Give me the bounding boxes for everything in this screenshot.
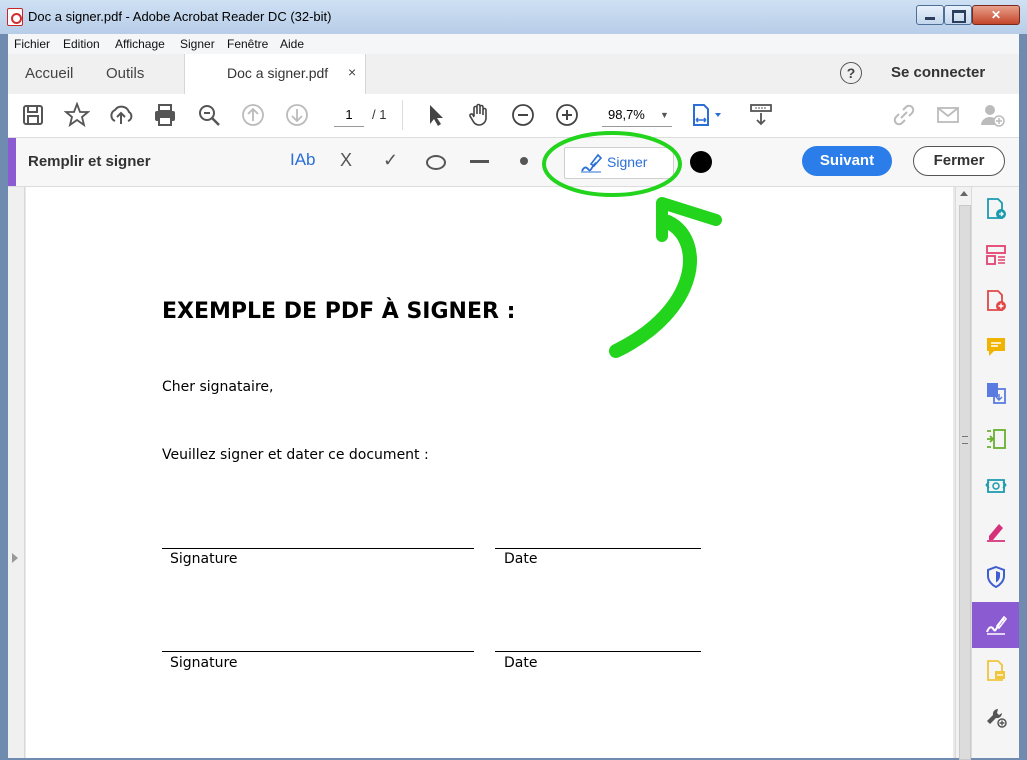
comment-icon[interactable] [984, 335, 1008, 359]
signature-pen-icon [581, 153, 603, 173]
select-cursor-icon[interactable] [422, 102, 448, 128]
zoom-level-select[interactable]: 98,7% ▼ [602, 104, 672, 127]
sign-in-link[interactable]: Se connecter [891, 64, 985, 81]
bookmark-star-icon[interactable] [64, 102, 90, 128]
date-line [495, 548, 701, 549]
close-fill-sign-button[interactable]: Fermer [913, 146, 1005, 176]
create-pdf-icon[interactable] [984, 289, 1008, 313]
signature-label: Signature [170, 655, 238, 671]
protect-shield-icon[interactable] [984, 565, 1008, 589]
hand-tool-icon[interactable] [466, 102, 492, 128]
page-fit-icon[interactable] [690, 102, 726, 128]
close-tab-icon[interactable]: × [348, 64, 356, 80]
chevron-down-icon: ▼ [660, 110, 669, 120]
line-tool-icon[interactable] [470, 160, 489, 163]
window-frame-right [1019, 34, 1027, 758]
window-title-bar: Doc a signer.pdf - Adobe Acrobat Reader … [0, 0, 1027, 34]
fill-sign-accent [8, 138, 16, 186]
grip-icon [962, 436, 968, 444]
color-picker-black[interactable] [690, 151, 712, 173]
save-icon[interactable] [20, 102, 46, 128]
fill-sign-active-icon[interactable] [984, 613, 1008, 637]
menu-aide[interactable]: Aide [280, 37, 304, 51]
signature-label: Signature [170, 551, 238, 567]
scrollbar-thumb[interactable] [959, 205, 971, 760]
menu-fichier[interactable]: Fichier [14, 37, 50, 51]
share-link-icon[interactable] [891, 102, 917, 128]
fill-sign-pen-icon[interactable] [984, 519, 1008, 543]
next-button[interactable]: Suivant [802, 146, 892, 176]
page-number-input[interactable]: 1 [334, 104, 364, 127]
minimize-button[interactable] [916, 5, 944, 25]
window-title: Doc a signer.pdf - Adobe Acrobat Reader … [28, 9, 332, 24]
fill-sign-title: Remplir et signer [28, 153, 151, 170]
menu-signer[interactable]: Signer [180, 37, 215, 51]
next-page-icon[interactable] [284, 102, 310, 128]
combine-files-icon[interactable] [984, 381, 1008, 405]
help-icon[interactable]: ? [840, 62, 862, 84]
document-greeting: Cher signataire, [162, 379, 274, 395]
signature-line [162, 651, 474, 652]
document-heading: EXEMPLE DE PDF À SIGNER : [162, 299, 516, 324]
add-text-tool[interactable]: IAb [290, 150, 316, 170]
expand-left-panel-icon[interactable] [12, 553, 18, 563]
page-total: / 1 [372, 107, 387, 122]
left-panel-collapsed [8, 187, 25, 758]
document-instruction: Veuillez signer et dater ce document : [162, 447, 429, 463]
scroll-mode-icon[interactable] [748, 102, 774, 128]
send-for-review-icon[interactable] [984, 473, 1008, 497]
signature-line [162, 548, 474, 549]
date-line [495, 651, 701, 652]
document-viewport: EXEMPLE DE PDF À SIGNER : Cher signatair… [8, 187, 972, 760]
ellipse-tool-icon[interactable] [426, 155, 446, 170]
dot-tool-icon[interactable] [520, 157, 528, 165]
minimize-icon [925, 17, 935, 20]
fill-sign-toolbar: Remplir et signer IAb X ✓ Signer Suivant… [8, 138, 1019, 187]
date-label: Date [504, 551, 538, 567]
sign-button-label: Signer [607, 154, 648, 170]
tab-accueil[interactable]: Accueil [25, 65, 73, 82]
right-tools-panel [971, 187, 1020, 758]
window-close-button[interactable]: ✕ [972, 5, 1020, 25]
more-tools-icon[interactable] [984, 659, 1008, 683]
toolbar-divider [402, 100, 403, 130]
search-zoom-icon[interactable] [196, 102, 222, 128]
document-tab-label: Doc a signer.pdf [227, 65, 329, 81]
menu-bar: Fichier Edition Affichage Signer Fenêtre… [8, 34, 1019, 55]
tab-row: Accueil Outils Doc a signer.pdf × ? Se c… [8, 54, 1019, 95]
cross-mark-tool[interactable]: X [340, 150, 352, 171]
previous-page-icon[interactable] [240, 102, 266, 128]
menu-affichage[interactable]: Affichage [115, 37, 165, 51]
date-label: Date [504, 655, 538, 671]
pdf-page: EXEMPLE DE PDF À SIGNER : Cher signatair… [26, 187, 953, 758]
tab-document[interactable]: Doc a signer.pdf × [184, 54, 366, 95]
vertical-scrollbar[interactable] [955, 187, 972, 760]
menu-edition[interactable]: Edition [63, 37, 100, 51]
scroll-up-icon[interactable] [960, 191, 968, 196]
zoom-value: 98,7% [608, 107, 645, 122]
add-user-icon[interactable] [979, 102, 1005, 128]
menu-fenetre[interactable]: Fenêtre [227, 37, 268, 51]
tools-settings-icon[interactable] [984, 705, 1008, 729]
maximize-icon [952, 10, 966, 23]
main-toolbar: 1 / 1 98,7% ▼ [8, 94, 1019, 138]
email-icon[interactable] [935, 102, 961, 128]
acrobat-app-icon [7, 8, 23, 26]
upload-cloud-icon[interactable] [108, 102, 134, 128]
print-icon[interactable] [152, 102, 178, 128]
sign-button[interactable]: Signer [564, 147, 674, 179]
edit-pdf-icon[interactable] [984, 427, 1008, 451]
tab-outils[interactable]: Outils [106, 65, 144, 82]
maximize-button[interactable] [944, 5, 972, 25]
organize-pages-icon[interactable] [984, 243, 1008, 267]
zoom-in-icon[interactable] [554, 102, 580, 128]
export-pdf-icon[interactable] [984, 197, 1008, 221]
zoom-out-icon[interactable] [510, 102, 536, 128]
checkmark-tool[interactable]: ✓ [383, 150, 398, 171]
